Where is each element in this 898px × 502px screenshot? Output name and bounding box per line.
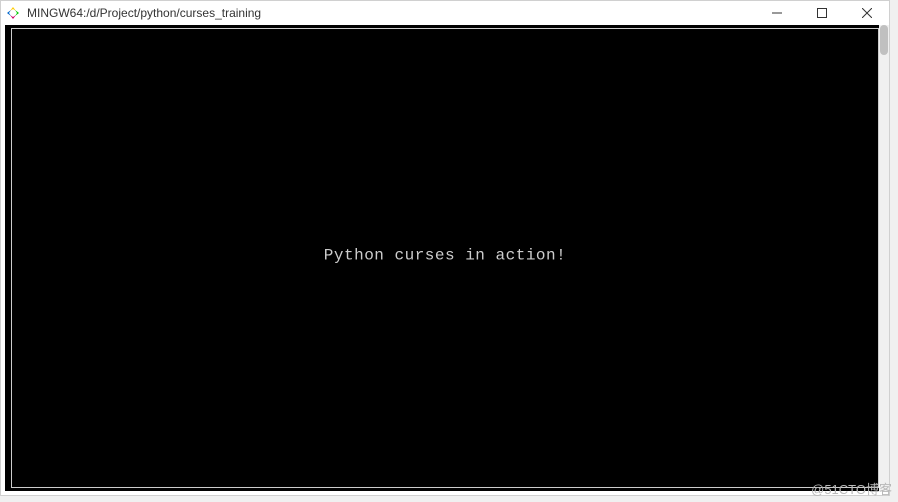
scrollbar-track[interactable] (879, 25, 889, 491)
terminal-content[interactable]: Python curses in action! (5, 25, 885, 491)
close-button[interactable] (844, 1, 889, 25)
window-title: MINGW64:/d/Project/python/curses_trainin… (27, 6, 754, 20)
maximize-icon (817, 8, 827, 18)
app-icon (5, 5, 21, 21)
window-controls (754, 1, 889, 25)
terminal-window: MINGW64:/d/Project/python/curses_trainin… (0, 0, 890, 496)
minimize-button[interactable] (754, 1, 799, 25)
terminal-message: Python curses in action! (5, 246, 885, 264)
scrollbar-thumb[interactable] (880, 25, 888, 55)
minimize-icon (772, 8, 782, 18)
maximize-button[interactable] (799, 1, 844, 25)
close-icon (862, 8, 872, 18)
window-titlebar[interactable]: MINGW64:/d/Project/python/curses_trainin… (1, 1, 889, 25)
